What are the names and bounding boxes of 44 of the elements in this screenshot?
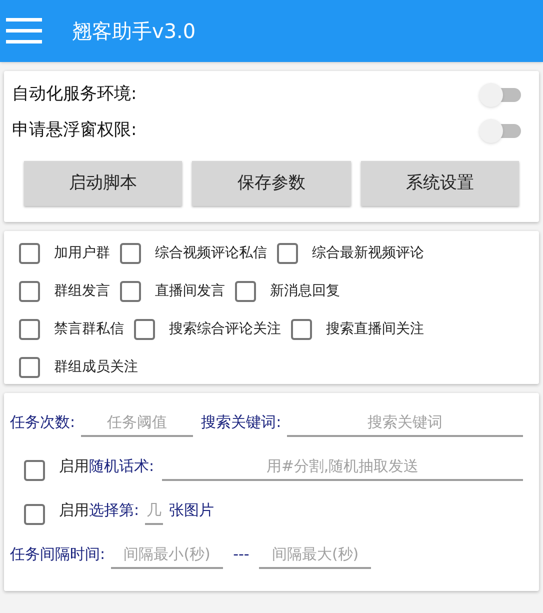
toggle-switch[interactable] <box>479 83 523 107</box>
option-label: 群组成员关注 <box>54 358 138 377</box>
option-label: 综合最新视频评论 <box>312 244 424 263</box>
image-number-field[interactable]: 几 <box>145 497 164 525</box>
switch-label: 自动化服务环境: <box>12 83 137 106</box>
checkbox[interactable] <box>19 319 40 340</box>
option-label: 搜索直播间关注 <box>326 320 424 339</box>
option-label: 加用户群 <box>54 244 110 263</box>
min-interval-field[interactable]: 间隔最小(秒) <box>111 541 224 569</box>
option-label: 直播间发言 <box>155 282 225 301</box>
checkbox[interactable] <box>134 319 155 340</box>
checkbox[interactable] <box>24 460 45 481</box>
field-label: 张图片 <box>169 500 214 520</box>
checkbox[interactable] <box>120 281 141 302</box>
action-button[interactable]: 保存参数 <box>192 161 351 206</box>
max-interval-field[interactable]: 间隔最大(秒) <box>259 541 372 569</box>
option-label: 搜索综合评论关注 <box>169 320 281 339</box>
checkbox[interactable] <box>19 243 40 264</box>
checkbox[interactable] <box>120 243 141 264</box>
menu-icon[interactable] <box>6 18 42 44</box>
field-label: 任务间隔时间: <box>10 544 106 564</box>
range-separator: --- <box>232 544 250 564</box>
toggle-switch[interactable] <box>479 119 523 143</box>
field-label: 启用随机话术: <box>59 456 154 476</box>
checkbox[interactable] <box>277 243 298 264</box>
random-script-field[interactable]: 用#分割,随机抽取发送 <box>162 453 523 481</box>
switch-label: 申请悬浮窗权限: <box>12 119 137 142</box>
app-title: 翘客助手v3.0 <box>72 18 196 45</box>
option-label: 群组发言 <box>54 282 110 301</box>
checkbox[interactable] <box>19 357 40 378</box>
option-label: 禁言群私信 <box>54 320 124 339</box>
option-label: 综合视频评论私信 <box>155 244 267 263</box>
checkbox[interactable] <box>291 319 312 340</box>
action-button[interactable]: 启动脚本 <box>24 161 182 206</box>
field-label: 搜索关键词: <box>201 412 282 432</box>
checkbox[interactable] <box>19 281 40 302</box>
field-label: 启用选择第: <box>59 500 140 520</box>
field-label: 任务次数: <box>10 412 76 432</box>
action-button[interactable]: 系统设置 <box>360 161 519 206</box>
checkbox[interactable] <box>235 281 256 302</box>
option-label: 新消息回复 <box>270 282 340 301</box>
task-count-field[interactable]: 任务阈值 <box>81 409 194 437</box>
search-keyword-field[interactable]: 搜索关键词 <box>287 409 523 437</box>
checkbox[interactable] <box>24 504 45 525</box>
